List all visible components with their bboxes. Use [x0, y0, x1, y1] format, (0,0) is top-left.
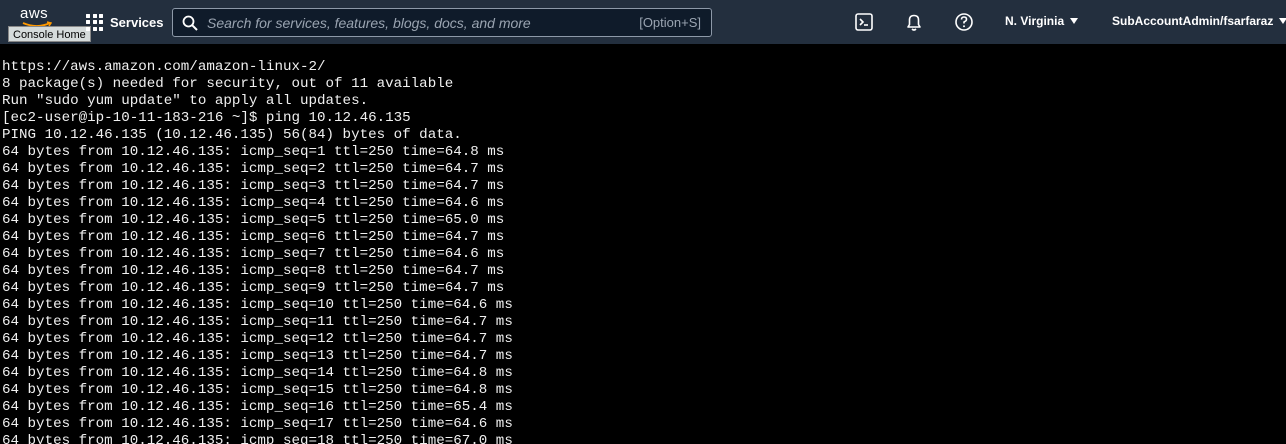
- terminal-line: 64 bytes from 10.12.46.135: icmp_seq=18 …: [2, 433, 513, 444]
- terminal-line: 64 bytes from 10.12.46.135: icmp_seq=1 t…: [2, 144, 505, 160]
- terminal-line: 64 bytes from 10.12.46.135: icmp_seq=7 t…: [2, 246, 505, 262]
- terminal-line: PING 10.12.46.135 (10.12.46.135) 56(84) …: [2, 127, 462, 143]
- help-icon[interactable]: [954, 12, 974, 32]
- terminal-output: https://aws.amazon.com/amazon-linux-2/8 …: [2, 59, 513, 444]
- search-shortcut-hint: [Option+S]: [639, 15, 701, 30]
- chevron-down-icon: [1070, 18, 1079, 24]
- terminal-line: 64 bytes from 10.12.46.135: icmp_seq=11 …: [2, 314, 513, 330]
- chevron-down-icon: [1279, 18, 1286, 24]
- terminal-line: 64 bytes from 10.12.46.135: icmp_seq=5 t…: [2, 212, 505, 228]
- cloudshell-icon[interactable]: [854, 12, 874, 32]
- terminal-line: 64 bytes from 10.12.46.135: icmp_seq=12 …: [2, 331, 513, 347]
- terminal-line: https://aws.amazon.com/amazon-linux-2/: [2, 59, 326, 75]
- terminal-line: 64 bytes from 10.12.46.135: icmp_seq=16 …: [2, 399, 513, 415]
- search-icon: [182, 15, 198, 31]
- services-menu-button[interactable]: Services: [86, 12, 164, 32]
- services-label: Services: [110, 14, 164, 30]
- terminal-line: 64 bytes from 10.12.46.135: icmp_seq=14 …: [2, 365, 513, 381]
- terminal-line: 64 bytes from 10.12.46.135: icmp_seq=10 …: [2, 297, 513, 313]
- terminal-line: [ec2-user@ip-10-11-183-216 ~]$ ping 10.1…: [2, 110, 411, 126]
- terminal-line: 64 bytes from 10.12.46.135: icmp_seq=9 t…: [2, 280, 505, 296]
- terminal-line: 64 bytes from 10.12.46.135: icmp_seq=17 …: [2, 416, 513, 432]
- search-input[interactable]: [207, 9, 627, 36]
- region-label: N. Virginia: [1005, 14, 1065, 28]
- terminal-line: 64 bytes from 10.12.46.135: icmp_seq=15 …: [2, 382, 513, 398]
- console-home-tooltip: Console Home: [8, 26, 91, 42]
- terminal-window[interactable]: https://aws.amazon.com/amazon-linux-2/8 …: [0, 44, 1286, 444]
- terminal-line: 64 bytes from 10.12.46.135: icmp_seq=4 t…: [2, 195, 505, 211]
- terminal-line: 64 bytes from 10.12.46.135: icmp_seq=13 …: [2, 348, 513, 364]
- aws-logo-text: aws: [20, 5, 49, 22]
- terminal-line: 64 bytes from 10.12.46.135: icmp_seq=2 t…: [2, 161, 505, 177]
- terminal-line: Run "sudo yum update" to apply all updat…: [2, 93, 369, 109]
- top-navigation-bar: aws Console Home Services [Option+S]: [0, 0, 1286, 44]
- region-selector[interactable]: N. Virginia: [1005, 14, 1079, 28]
- bell-icon[interactable]: [904, 12, 924, 32]
- terminal-line: 64 bytes from 10.12.46.135: icmp_seq=8 t…: [2, 263, 505, 279]
- terminal-line: 64 bytes from 10.12.46.135: icmp_seq=6 t…: [2, 229, 505, 245]
- grid-icon: [86, 13, 103, 31]
- account-label: SubAccountAdmin/fsarfaraz: [1112, 14, 1274, 28]
- search-bar[interactable]: [Option+S]: [172, 8, 712, 37]
- terminal-line: 8 package(s) needed for security, out of…: [2, 76, 454, 92]
- terminal-line: 64 bytes from 10.12.46.135: icmp_seq=3 t…: [2, 178, 505, 194]
- account-menu[interactable]: SubAccountAdmin/fsarfaraz: [1112, 14, 1286, 28]
